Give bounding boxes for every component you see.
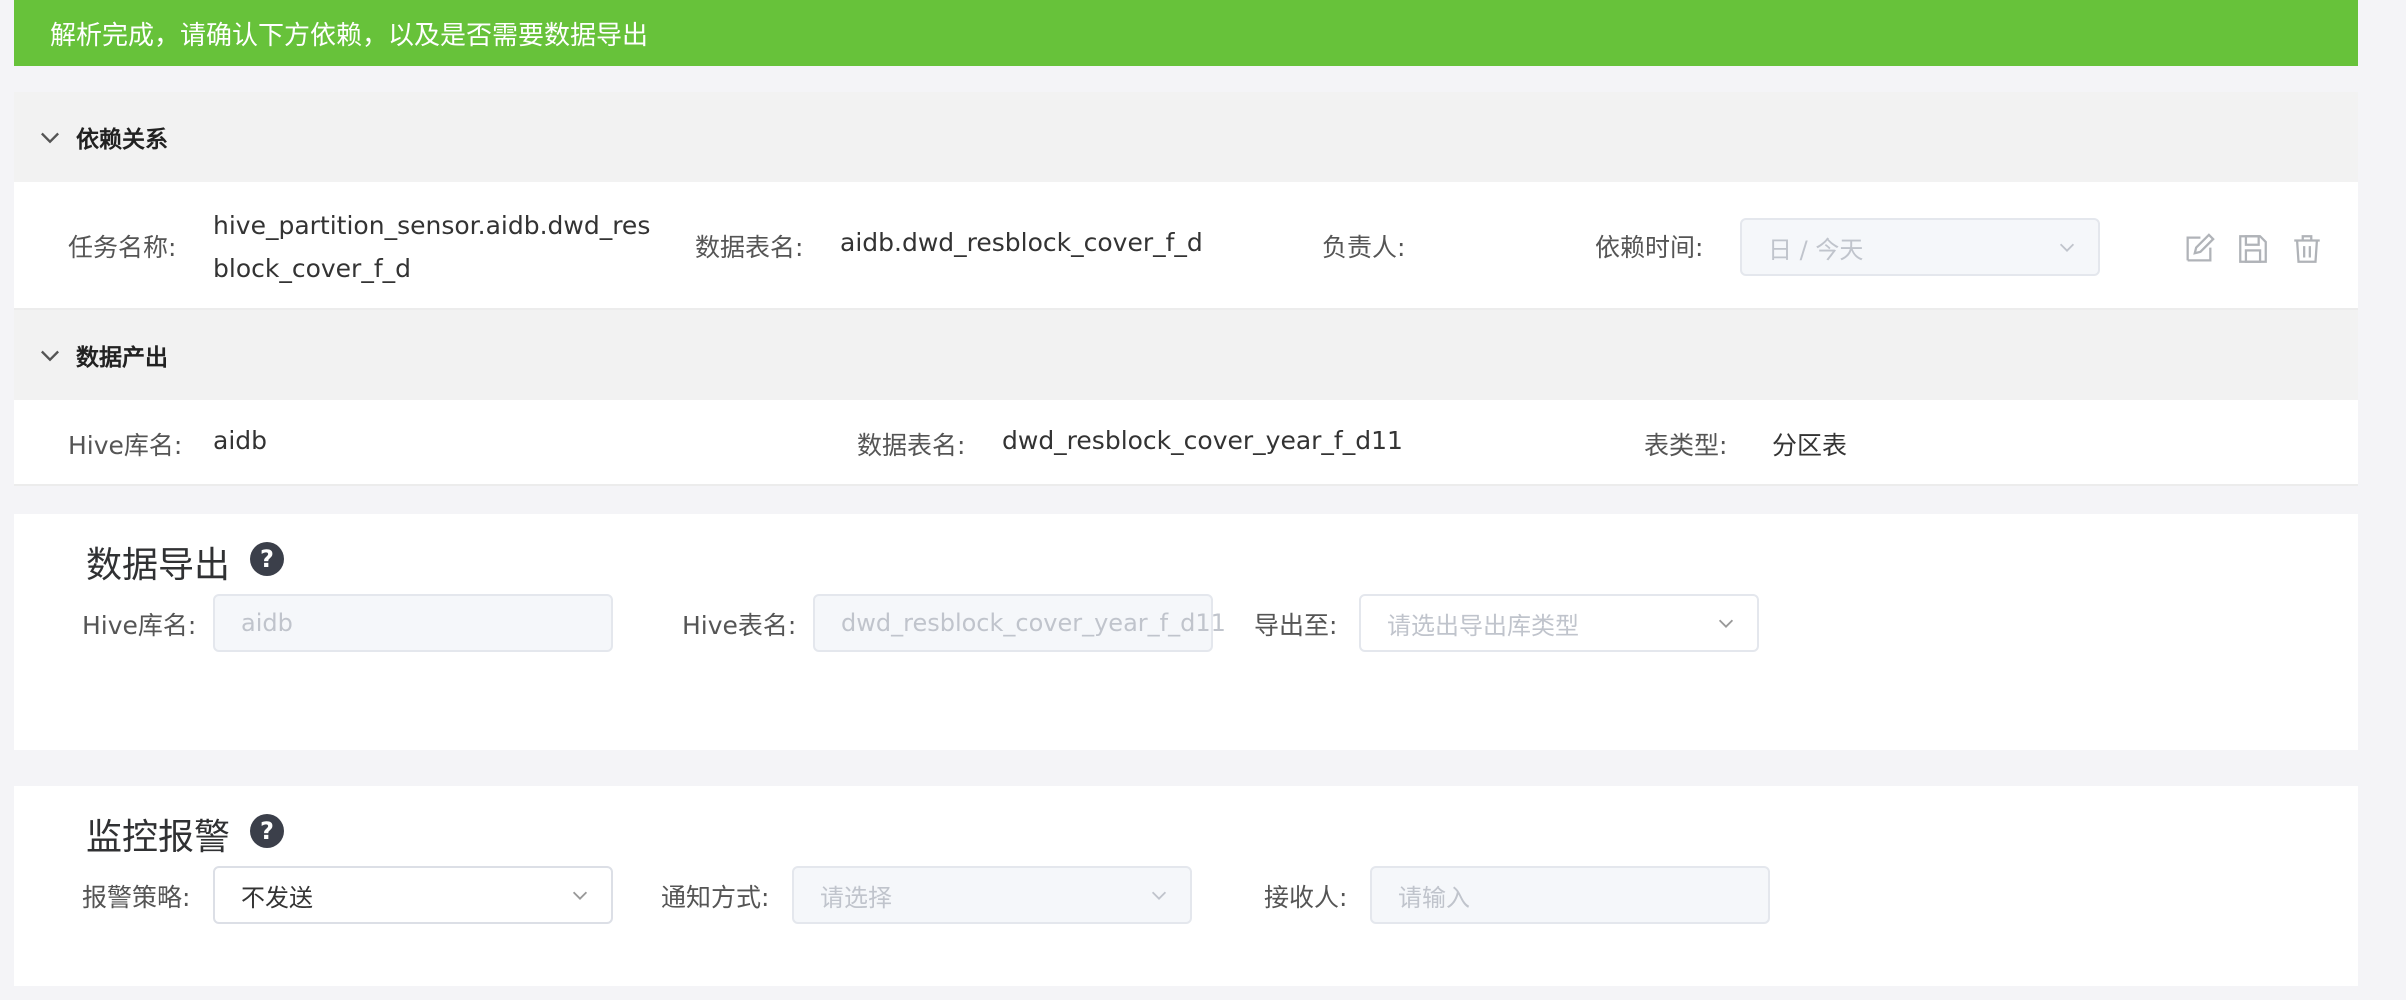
output-row: Hive库名: aidb 数据表名: dwd_resblock_cover_ye…	[14, 400, 2358, 486]
dependency-row: 任务名称: hive_partition_sensor.aidb.dwd_res…	[14, 182, 2358, 310]
task-name-value: hive_partition_sensor.aidb.dwd_resblock_…	[213, 211, 651, 283]
export-table-label: Hive表名:	[682, 611, 797, 640]
data-export-card: 数据导出 ? Hive库名: aidb Hive表名: dwd_resblock…	[14, 514, 2358, 750]
dependency-time-value: 日 / 今天	[1768, 235, 1864, 264]
output-db-label: Hive库名:	[68, 431, 183, 460]
notify-method-label: 通知方式:	[661, 883, 770, 912]
question-circle-icon[interactable]: ?	[250, 814, 284, 848]
data-export-title: 数据导出	[86, 545, 231, 586]
alarm-policy-label: 报警策略:	[82, 883, 191, 912]
chevron-down-icon	[41, 132, 59, 144]
receiver-label: 接收人:	[1264, 883, 1348, 912]
notify-method-placeholder: 请选择	[820, 883, 892, 912]
output-section-title: 数据产出	[76, 345, 168, 371]
export-target-label: 导出至:	[1254, 611, 1338, 640]
dependency-section-title: 依赖关系	[76, 127, 168, 153]
export-db-label: Hive库名:	[82, 611, 197, 640]
receiver-input[interactable]: 请输入	[1370, 866, 1770, 924]
table-type-value: 分区表	[1772, 431, 1848, 460]
edit-icon[interactable]	[2182, 232, 2216, 266]
receiver-placeholder: 请输入	[1398, 883, 1470, 912]
export-db-input[interactable]: aidb	[213, 594, 613, 652]
export-target-select[interactable]: 请选出导出库类型	[1359, 594, 1759, 652]
output-section-header[interactable]: 数据产出	[14, 310, 2358, 400]
dependency-time-select[interactable]: 日 / 今天	[1740, 218, 2100, 276]
save-icon[interactable]	[2236, 232, 2270, 266]
chevron-down-icon	[1718, 619, 1734, 628]
export-target-placeholder: 请选出导出库类型	[1387, 611, 1579, 640]
dependency-table-value: aidb.dwd_resblock_cover_f_d	[840, 228, 1203, 257]
dependency-section-header[interactable]: 依赖关系	[14, 92, 2358, 182]
question-circle-icon[interactable]: ?	[250, 542, 284, 576]
monitor-alarm-title: 监控报警	[86, 817, 231, 858]
notify-method-select[interactable]: 请选择	[792, 866, 1192, 924]
output-table-label: 数据表名:	[857, 431, 966, 460]
export-db-value: aidb	[241, 609, 293, 637]
dependency-table-label: 数据表名:	[695, 233, 804, 262]
output-db-value: aidb	[213, 426, 268, 455]
banner-text: 解析完成，请确认下方依赖，以及是否需要数据导出	[50, 20, 649, 51]
chevron-down-icon	[1151, 891, 1167, 900]
dependency-time-label: 依赖时间:	[1595, 233, 1704, 262]
export-table-value: dwd_resblock_cover_year_f_d11	[841, 609, 1226, 637]
table-type-label: 表类型:	[1644, 431, 1728, 460]
output-table-value: dwd_resblock_cover_year_f_d11	[1002, 426, 1403, 455]
chevron-down-icon	[41, 350, 59, 362]
alarm-policy-select[interactable]: 不发送	[213, 866, 613, 924]
monitor-alarm-card: 监控报警 ? 报警策略: 不发送 通知方式: 请选择 接收人: 请输入	[14, 786, 2358, 986]
alarm-policy-value: 不发送	[241, 883, 313, 912]
chevron-down-icon	[2059, 243, 2075, 252]
task-name-label: 任务名称:	[68, 233, 177, 262]
export-table-input[interactable]: dwd_resblock_cover_year_f_d11	[813, 594, 1226, 652]
trash-icon[interactable]	[2290, 232, 2324, 266]
chevron-down-icon	[572, 891, 588, 900]
page: 解析完成，请确认下方依赖，以及是否需要数据导出 依赖关系 任务名称: hive_…	[0, 0, 2406, 1000]
success-banner: 解析完成，请确认下方依赖，以及是否需要数据导出	[14, 0, 2358, 66]
owner-label: 负责人:	[1322, 233, 1406, 262]
